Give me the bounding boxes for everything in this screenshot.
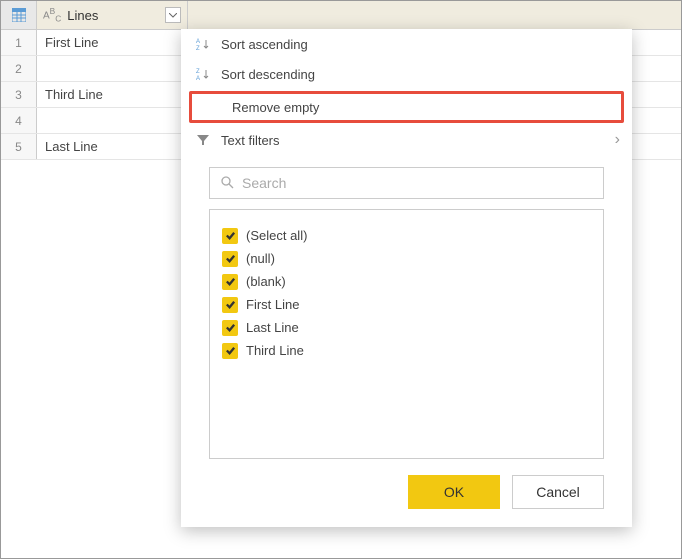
cell[interactable]: Third Line <box>37 82 188 107</box>
cell[interactable] <box>37 56 188 81</box>
menu-label: Sort ascending <box>221 37 620 52</box>
value-label: First Line <box>246 297 299 312</box>
search-icon <box>220 175 234 192</box>
checkbox-icon[interactable] <box>222 297 238 313</box>
chevron-right-icon: › <box>615 131 620 149</box>
menu-sort-ascending[interactable]: A Z Sort ascending <box>181 29 632 59</box>
column-header-lines[interactable]: ABC Lines <box>37 1 188 29</box>
column-filter-popup: A Z Sort ascending Z A Sort descending R… <box>181 29 632 527</box>
cell[interactable]: Last Line <box>37 134 188 159</box>
ok-button[interactable]: OK <box>408 475 500 509</box>
row-number: 5 <box>1 134 37 159</box>
menu-text-filters[interactable]: Text filters › <box>181 125 632 155</box>
cancel-button[interactable]: Cancel <box>512 475 604 509</box>
value-label: (blank) <box>246 274 286 289</box>
menu-label: Text filters <box>221 133 615 148</box>
value-item-select-all[interactable]: (Select all) <box>222 224 591 247</box>
menu-remove-empty[interactable]: Remove empty <box>189 91 624 123</box>
value-label: (Select all) <box>246 228 307 243</box>
value-label: (null) <box>246 251 275 266</box>
cell[interactable] <box>37 108 188 133</box>
value-item[interactable]: Third Line <box>222 339 591 362</box>
row-number: 3 <box>1 82 37 107</box>
column-name: Lines <box>67 8 165 23</box>
checkbox-icon[interactable] <box>222 343 238 359</box>
data-type-text-icon: ABC <box>43 6 61 23</box>
row-number: 2 <box>1 56 37 81</box>
checkbox-icon[interactable] <box>222 320 238 336</box>
search-box[interactable] <box>209 167 604 199</box>
search-input[interactable] <box>242 175 593 191</box>
value-item[interactable]: Last Line <box>222 316 591 339</box>
row-number: 4 <box>1 108 37 133</box>
menu-sort-descending[interactable]: Z A Sort descending <box>181 59 632 89</box>
filter-icon <box>193 133 213 147</box>
value-item[interactable]: (blank) <box>222 270 591 293</box>
column-filter-dropdown[interactable] <box>165 7 181 23</box>
value-label: Third Line <box>246 343 304 358</box>
checkbox-icon[interactable] <box>222 274 238 290</box>
sort-desc-icon: Z A <box>193 67 213 81</box>
grid-header-row: ABC Lines <box>1 1 681 30</box>
value-item[interactable]: (null) <box>222 247 591 270</box>
checkbox-icon[interactable] <box>222 251 238 267</box>
cell[interactable]: First Line <box>37 30 188 55</box>
menu-label: Remove empty <box>232 100 609 115</box>
menu-label: Sort descending <box>221 67 620 82</box>
value-label: Last Line <box>246 320 299 335</box>
value-list: (Select all) (null) (blank) First Line L… <box>209 209 604 459</box>
checkbox-icon[interactable] <box>222 228 238 244</box>
svg-text:A: A <box>196 76 200 81</box>
dialog-buttons: OK Cancel <box>209 475 604 509</box>
sort-asc-icon: A Z <box>193 37 213 51</box>
svg-text:A: A <box>196 39 200 45</box>
value-item[interactable]: First Line <box>222 293 591 316</box>
svg-text:Z: Z <box>196 46 200 51</box>
svg-text:Z: Z <box>196 69 200 75</box>
table-corner-icon[interactable] <box>1 1 37 29</box>
row-number: 1 <box>1 30 37 55</box>
